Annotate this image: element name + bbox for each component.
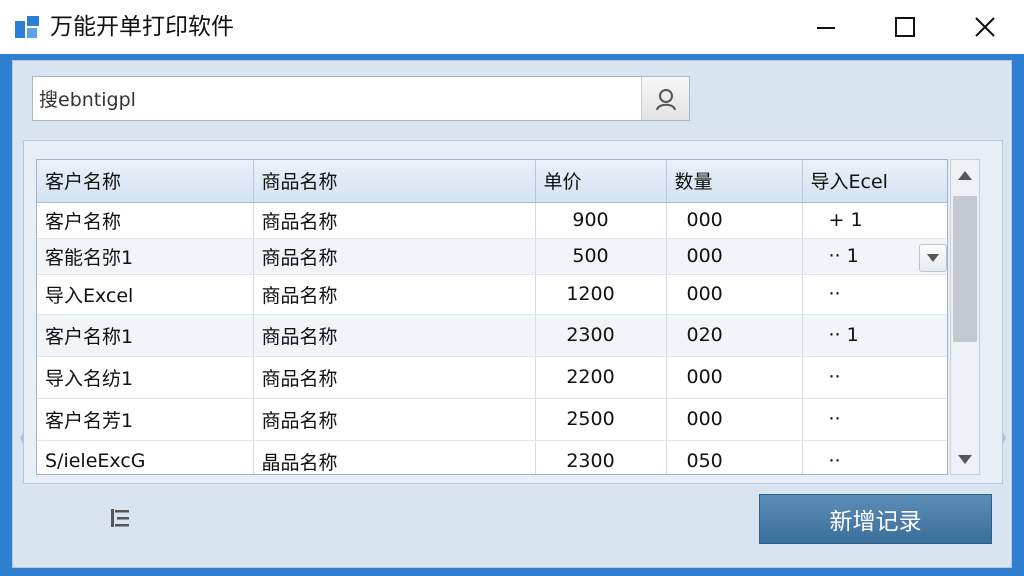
cell-import[interactable]: ··: [802, 440, 947, 474]
cell-customer[interactable]: 客户名称1: [37, 314, 254, 357]
table-row[interactable]: 导入名纺1 商品名称 2200 000 ··: [37, 356, 947, 399]
records-table: 客户名称 商品名称 单价 数量 导入Ecel 客户名称 商品名称 900 000…: [37, 160, 947, 474]
column-header-quantity[interactable]: 数量: [666, 160, 803, 203]
cell-import[interactable]: + 1: [802, 202, 947, 239]
cell-product[interactable]: 商品名称: [253, 356, 536, 399]
cell-product[interactable]: 商品名称: [253, 398, 536, 441]
records-grid: 客户名称 商品名称 单价 数量 导入Ecel 客户名称 商品名称 900 000…: [36, 159, 948, 475]
cell-quantity[interactable]: 050: [666, 440, 803, 474]
list-view-button[interactable]: [105, 503, 135, 533]
column-header-import[interactable]: 导入Ecel: [802, 160, 947, 203]
window-title: 万能开单打印软件: [50, 14, 234, 40]
cell-customer[interactable]: 导入名纺1: [37, 356, 254, 399]
chevron-up-icon: [958, 170, 972, 180]
cell-customer[interactable]: 导入Excel: [37, 274, 254, 315]
cell-price[interactable]: 1200: [535, 274, 667, 315]
scroll-down-button[interactable]: [951, 444, 979, 474]
close-icon: [975, 17, 995, 37]
cell-customer[interactable]: S/ieleExcG: [37, 440, 254, 474]
cell-import[interactable]: ··: [802, 356, 947, 399]
column-header-price[interactable]: 单价: [535, 160, 667, 203]
cell-quantity[interactable]: 000: [666, 274, 803, 315]
minimize-button[interactable]: [806, 8, 846, 46]
search-input[interactable]: [33, 77, 640, 120]
table-row[interactable]: 客户名芳1 商品名称 2500 000 ··: [37, 398, 947, 441]
search-button[interactable]: [641, 77, 689, 120]
maximize-button[interactable]: [885, 8, 925, 46]
records-panel: 客户名称 商品名称 单价 数量 导入Ecel 客户名称 商品名称 900 000…: [23, 140, 1003, 484]
cell-import[interactable]: ··: [802, 398, 947, 441]
cell-customer[interactable]: 客户名芳1: [37, 398, 254, 441]
table-header-row: 客户名称 商品名称 单价 数量 导入Ecel: [37, 160, 947, 203]
cell-quantity[interactable]: 000: [666, 398, 803, 441]
table-row[interactable]: 客能名弥1 商品名称 500 000 ·· 1: [37, 238, 947, 275]
cell-product[interactable]: 晶品名称: [253, 440, 536, 474]
cell-product[interactable]: 商品名称: [253, 202, 536, 239]
cell-quantity[interactable]: 000: [666, 202, 803, 239]
chevron-down-icon: [926, 253, 939, 262]
app-logo-icon: [15, 16, 39, 38]
search-box: [32, 76, 690, 121]
maximize-icon: [895, 17, 915, 37]
list-icon: [111, 509, 129, 527]
cell-import[interactable]: ·· 1: [802, 238, 947, 275]
cell-product[interactable]: 商品名称: [253, 314, 536, 357]
chevron-down-icon: [958, 454, 972, 464]
close-button[interactable]: [965, 8, 1005, 46]
cell-price[interactable]: 2300: [535, 314, 667, 357]
cell-product[interactable]: 商品名称: [253, 238, 536, 275]
cell-customer[interactable]: 客能名弥1: [37, 238, 254, 275]
cell-import-text: ·· 1: [828, 245, 859, 267]
column-header-product[interactable]: 商品名称: [253, 160, 536, 203]
minimize-icon: [817, 27, 835, 29]
table-row[interactable]: 导入Excel 商品名称 1200 000 ··: [37, 274, 947, 315]
cell-import[interactable]: ··: [802, 274, 947, 315]
cell-product[interactable]: 商品名称: [253, 274, 536, 315]
cell-quantity[interactable]: 020: [666, 314, 803, 357]
user-search-icon: [655, 88, 676, 110]
table-row[interactable]: 客户名称1 商品名称 2300 020 ·· 1: [37, 314, 947, 357]
main-panel: 客户名称 商品名称 单价 数量 导入Ecel 客户名称 商品名称 900 000…: [12, 60, 1012, 568]
cell-customer[interactable]: 客户名称: [37, 202, 254, 239]
cell-price[interactable]: 500: [535, 238, 667, 275]
vertical-scrollbar[interactable]: [950, 159, 980, 475]
cell-quantity[interactable]: 000: [666, 238, 803, 275]
table-row[interactable]: 客户名称 商品名称 900 000 + 1: [37, 202, 947, 239]
cell-import[interactable]: ·· 1: [802, 314, 947, 357]
column-header-customer[interactable]: 客户名称: [37, 160, 254, 203]
cell-price[interactable]: 2300: [535, 440, 667, 474]
cell-price[interactable]: 2500: [535, 398, 667, 441]
cell-price[interactable]: 2200: [535, 356, 667, 399]
row-dropdown-button[interactable]: [918, 243, 947, 272]
cell-quantity[interactable]: 000: [666, 356, 803, 399]
title-bar: 万能开单打印软件: [0, 0, 1024, 54]
scroll-thumb[interactable]: [953, 196, 977, 342]
add-record-button[interactable]: 新增记录: [759, 494, 992, 544]
cell-price[interactable]: 900: [535, 202, 667, 239]
table-row[interactable]: S/ieleExcG 晶品名称 2300 050 ··: [37, 440, 947, 474]
scroll-up-button[interactable]: [951, 160, 979, 190]
